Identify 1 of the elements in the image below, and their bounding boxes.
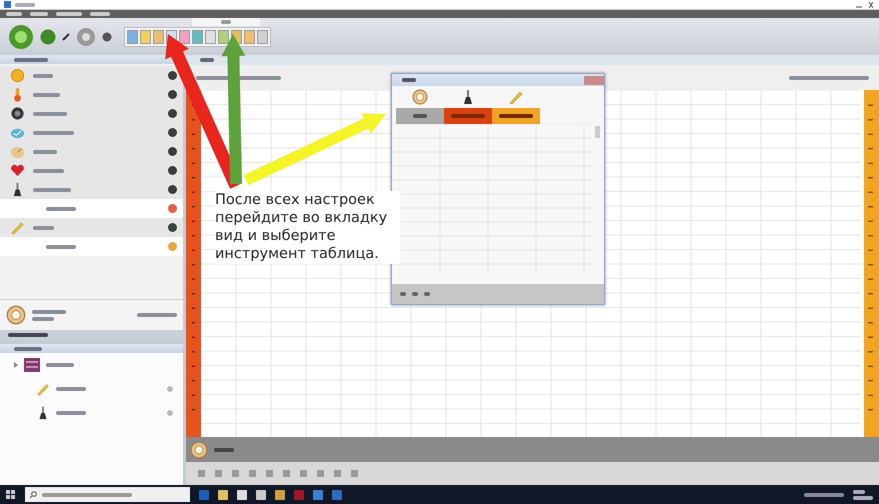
instruction-text: После всех настроек перейдите во вкладку вид и выберите инструмент таблица. xyxy=(215,191,400,264)
